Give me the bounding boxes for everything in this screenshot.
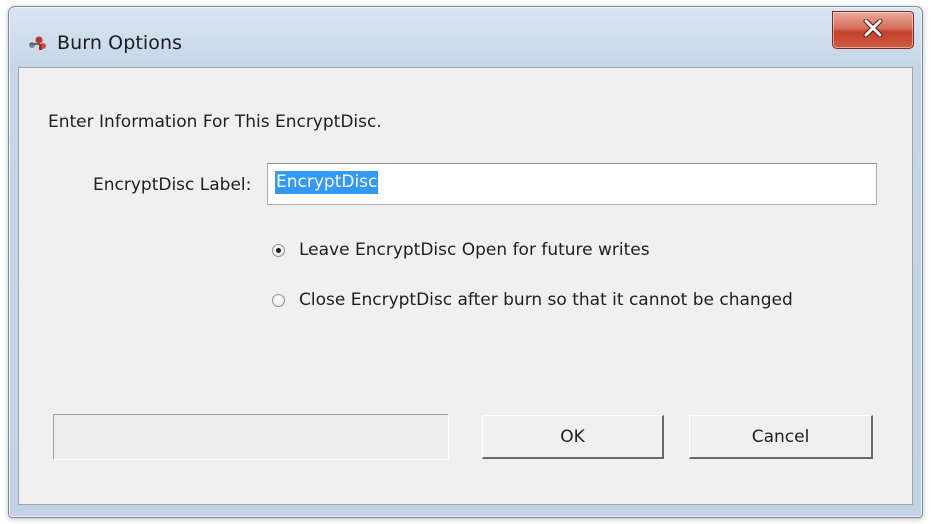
close-icon (862, 18, 884, 41)
disc-label-caption: EncryptDisc Label: (93, 175, 252, 195)
dialog-client-area: Enter Information For This EncryptDisc. … (18, 67, 913, 505)
intro-text: Enter Information For This EncryptDisc. (48, 112, 382, 132)
option-leave-open-label: Leave EncryptDisc Open for future writes (299, 240, 650, 260)
burn-disc-icon (27, 34, 49, 52)
option-close-after-burn-label: Close EncryptDisc after burn so that it … (299, 290, 793, 310)
status-box (53, 414, 449, 460)
ok-button[interactable]: OK (482, 415, 664, 459)
cancel-button[interactable]: Cancel (689, 415, 873, 459)
disc-label-value: EncryptDisc (275, 171, 379, 194)
radio-close-after-burn[interactable] (272, 293, 285, 307)
burn-options-window: Burn Options Enter Information For This … (8, 6, 923, 518)
option-leave-open[interactable]: Leave EncryptDisc Open for future writes (272, 240, 650, 260)
option-close-after-burn[interactable]: Close EncryptDisc after burn so that it … (272, 290, 793, 310)
window-title: Burn Options (57, 32, 183, 54)
radio-leave-open[interactable] (272, 243, 285, 257)
disc-label-input[interactable]: EncryptDisc (267, 163, 877, 205)
close-button[interactable] (832, 11, 914, 49)
